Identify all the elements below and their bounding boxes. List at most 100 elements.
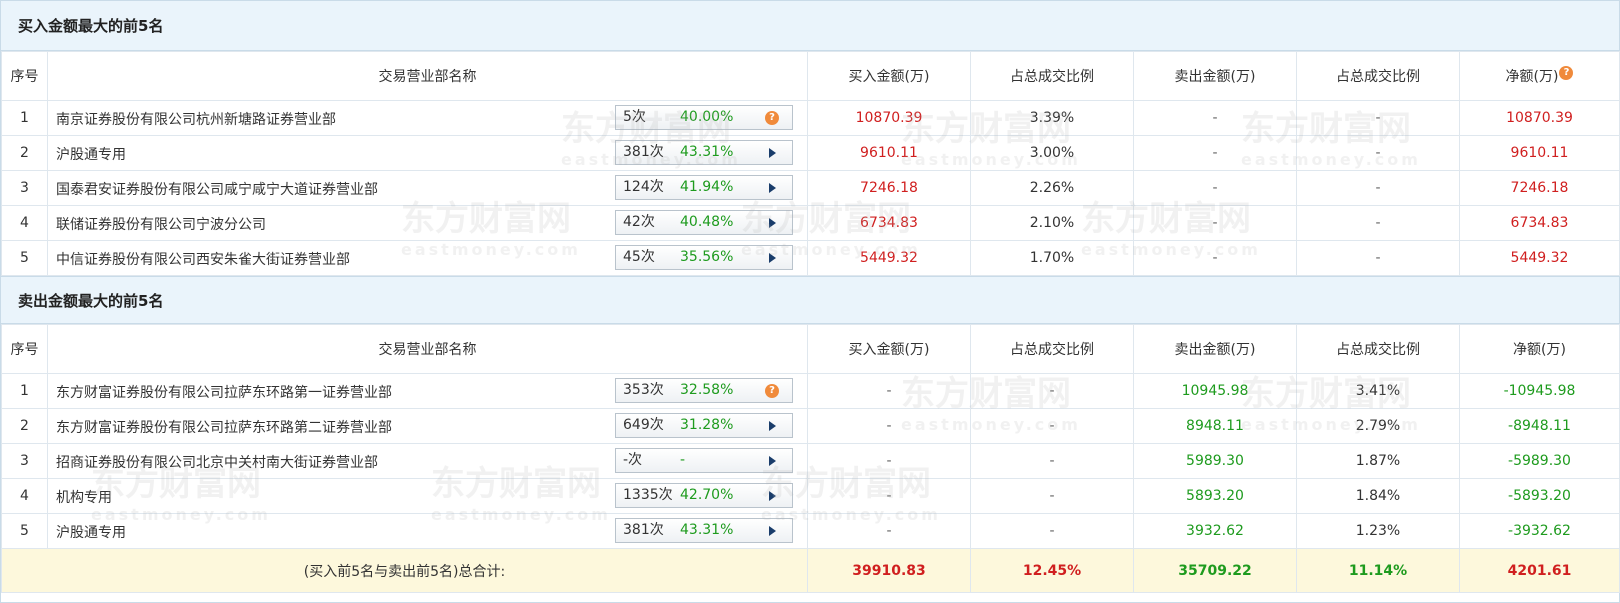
buy-amount: 9610.11: [807, 135, 971, 171]
row-index: 1: [1, 100, 48, 136]
buy-amount: -: [807, 513, 971, 549]
broker-cell: 东方财富证券股份有限公司拉萨东环路第一证券营业部 353次 32.58%?: [47, 373, 808, 409]
trade-count: -次: [623, 452, 643, 468]
win-rate: 42.70%: [680, 487, 734, 503]
expand-arrow-icon[interactable]: [769, 456, 776, 466]
sell-ratio: -: [1296, 205, 1460, 241]
broker-name-link[interactable]: 沪股通专用: [56, 522, 126, 542]
sell-amount: -: [1133, 205, 1297, 241]
trade-count: 381次: [623, 144, 664, 160]
sell-ratio: 2.79%: [1296, 408, 1460, 444]
col-idx: 序号: [1, 51, 48, 101]
broker-name-link[interactable]: 招商证券股份有限公司北京中关村南大街证券营业部: [56, 452, 378, 472]
broker-name-link[interactable]: 南京证券股份有限公司杭州新塘路证券营业部: [56, 109, 336, 129]
sell-ratio: 3.41%: [1296, 373, 1460, 409]
trade-count: 649次: [623, 417, 664, 433]
buy-table-body: 1 南京证券股份有限公司杭州新塘路证券营业部 5次 40.00%? 10870.39 3.…: [1, 100, 1620, 276]
sell-amount: 3932.62: [1133, 513, 1297, 549]
buy-ratio: -: [970, 443, 1134, 479]
table-row: 4 机构专用 1335次 42.70% - -5893.20 1.84% -5893.20: [1, 478, 1620, 514]
broker-stat-box[interactable]: 353次 32.58%?: [615, 378, 793, 403]
expand-arrow-icon[interactable]: [769, 421, 776, 431]
trade-count: 381次: [623, 522, 664, 538]
expand-arrow-icon[interactable]: [769, 526, 776, 536]
broker-stat-box[interactable]: 5次 40.00%?: [615, 105, 793, 130]
net-amount: 10870.39: [1459, 100, 1620, 136]
net-amount: -5893.20: [1459, 478, 1620, 514]
broker-name-link[interactable]: 沪股通专用: [56, 144, 126, 164]
broker-stat-box[interactable]: 1335次 42.70%: [615, 483, 793, 508]
col-sell-pct: 占总成交比例: [1296, 324, 1460, 374]
broker-stat-box[interactable]: 381次 43.31%: [615, 140, 793, 165]
trade-count: 5次: [623, 109, 646, 125]
help-icon[interactable]: ?: [1559, 66, 1574, 80]
win-rate: 32.58%: [680, 382, 734, 398]
broker-name-link[interactable]: 东方财富证券股份有限公司拉萨东环路第一证券营业部: [56, 382, 392, 402]
table-row: 5 中信证券股份有限公司西安朱雀大街证券营业部 45次 35.56% 5449.32 1.…: [1, 240, 1620, 276]
broker-stat-box[interactable]: 45次 35.56%: [615, 245, 793, 270]
col-buy: 买入金额(万): [807, 324, 971, 374]
buy-amount: -: [807, 443, 971, 479]
buy-amount: 10870.39: [807, 100, 971, 136]
trade-count: 45次: [623, 249, 655, 265]
broker-cell: 沪股通专用 381次 43.31%: [47, 135, 808, 171]
sell-amount: 8948.11: [1133, 408, 1297, 444]
broker-cell: 联储证券股份有限公司宁波分公司 42次 40.48%: [47, 205, 808, 241]
buy-section-title: 买入金额最大的前5名: [1, 1, 1619, 51]
row-index: 1: [1, 373, 48, 409]
sell-ratio: 1.84%: [1296, 478, 1460, 514]
col-sell: 卖出金额(万): [1133, 51, 1297, 101]
broker-name-link[interactable]: 联储证券股份有限公司宁波分公司: [56, 214, 266, 234]
broker-stat-box[interactable]: 649次 31.28%: [615, 413, 793, 438]
row-index: 3: [1, 170, 48, 206]
broker-name-link[interactable]: 机构专用: [56, 487, 112, 507]
buy-amount: -: [807, 373, 971, 409]
row-index: 5: [1, 240, 48, 276]
help-icon[interactable]: ?: [765, 111, 779, 125]
buy-amount: -: [807, 478, 971, 514]
buy-table: 序号 交易营业部名称 买入金额(万) 占总成交比例 卖出金额(万) 占总成交比例…: [1, 51, 1620, 276]
col-sell: 卖出金额(万): [1133, 324, 1297, 374]
total-row: (买入前5名与卖出前5名)总合计: 39910.83 12.45% 35709.…: [1, 548, 1620, 593]
broker-cell: 南京证券股份有限公司杭州新塘路证券营业部 5次 40.00%?: [47, 100, 808, 136]
col-buy-pct: 占总成交比例: [970, 324, 1134, 374]
row-index: 2: [1, 135, 48, 171]
broker-stat-box[interactable]: 381次 43.31%: [615, 518, 793, 543]
table-row: 3 国泰君安证券股份有限公司咸宁咸宁大道证券营业部 124次 41.94% 7246.1…: [1, 170, 1620, 206]
buy-ratio: -: [970, 408, 1134, 444]
table-row: 2 沪股通专用 381次 43.31% 9610.11 3.00% - -9610.11: [1, 135, 1620, 171]
help-icon[interactable]: ?: [765, 384, 779, 398]
broker-cell: 招商证券股份有限公司北京中关村南大街证券营业部 -次 -: [47, 443, 808, 479]
broker-stat-box[interactable]: 42次 40.48%: [615, 210, 793, 235]
expand-arrow-icon[interactable]: [769, 218, 776, 228]
net-amount: 7246.18: [1459, 170, 1620, 206]
buy-ratio: 2.26%: [970, 170, 1134, 206]
col-sell-pct: 占总成交比例: [1296, 51, 1460, 101]
sell-amount: 5893.20: [1133, 478, 1297, 514]
buy-ratio: 3.39%: [970, 100, 1134, 136]
expand-arrow-icon[interactable]: [769, 148, 776, 158]
broker-cell: 中信证券股份有限公司西安朱雀大街证券营业部 45次 35.56%: [47, 240, 808, 276]
broker-cell: 机构专用 1335次 42.70%: [47, 478, 808, 514]
lhb-panel: 买入金额最大的前5名 序号 交易营业部名称 买入金额(万) 占总成交比例 卖出金…: [0, 0, 1620, 603]
win-rate: 35.56%: [680, 249, 734, 265]
expand-arrow-icon[interactable]: [769, 491, 776, 501]
broker-stat-box[interactable]: 124次 41.94%: [615, 175, 793, 200]
broker-name-link[interactable]: 中信证券股份有限公司西安朱雀大街证券营业部: [56, 249, 350, 269]
table-row: 3 招商证券股份有限公司北京中关村南大街证券营业部 -次 - - -5989.30 1.87…: [1, 443, 1620, 479]
sell-ratio: 1.87%: [1296, 443, 1460, 479]
row-index: 5: [1, 513, 48, 549]
broker-name-link[interactable]: 国泰君安证券股份有限公司咸宁咸宁大道证券营业部: [56, 179, 378, 199]
row-index: 3: [1, 443, 48, 479]
buy-ratio: 2.10%: [970, 205, 1134, 241]
expand-arrow-icon[interactable]: [769, 183, 776, 193]
broker-stat-box[interactable]: -次 -: [615, 448, 793, 473]
col-net: 净额(万): [1459, 324, 1620, 374]
table-row: 1 东方财富证券股份有限公司拉萨东环路第一证券营业部 353次 32.58%? - -10…: [1, 373, 1620, 409]
broker-cell: 国泰君安证券股份有限公司咸宁咸宁大道证券营业部 124次 41.94%: [47, 170, 808, 206]
table-row: 5 沪股通专用 381次 43.31% - -3932.62 1.23% -3932.62: [1, 513, 1620, 549]
broker-name-link[interactable]: 东方财富证券股份有限公司拉萨东环路第二证券营业部: [56, 417, 392, 437]
expand-arrow-icon[interactable]: [769, 253, 776, 263]
col-name: 交易营业部名称: [47, 324, 808, 374]
col-buy-pct: 占总成交比例: [970, 51, 1134, 101]
